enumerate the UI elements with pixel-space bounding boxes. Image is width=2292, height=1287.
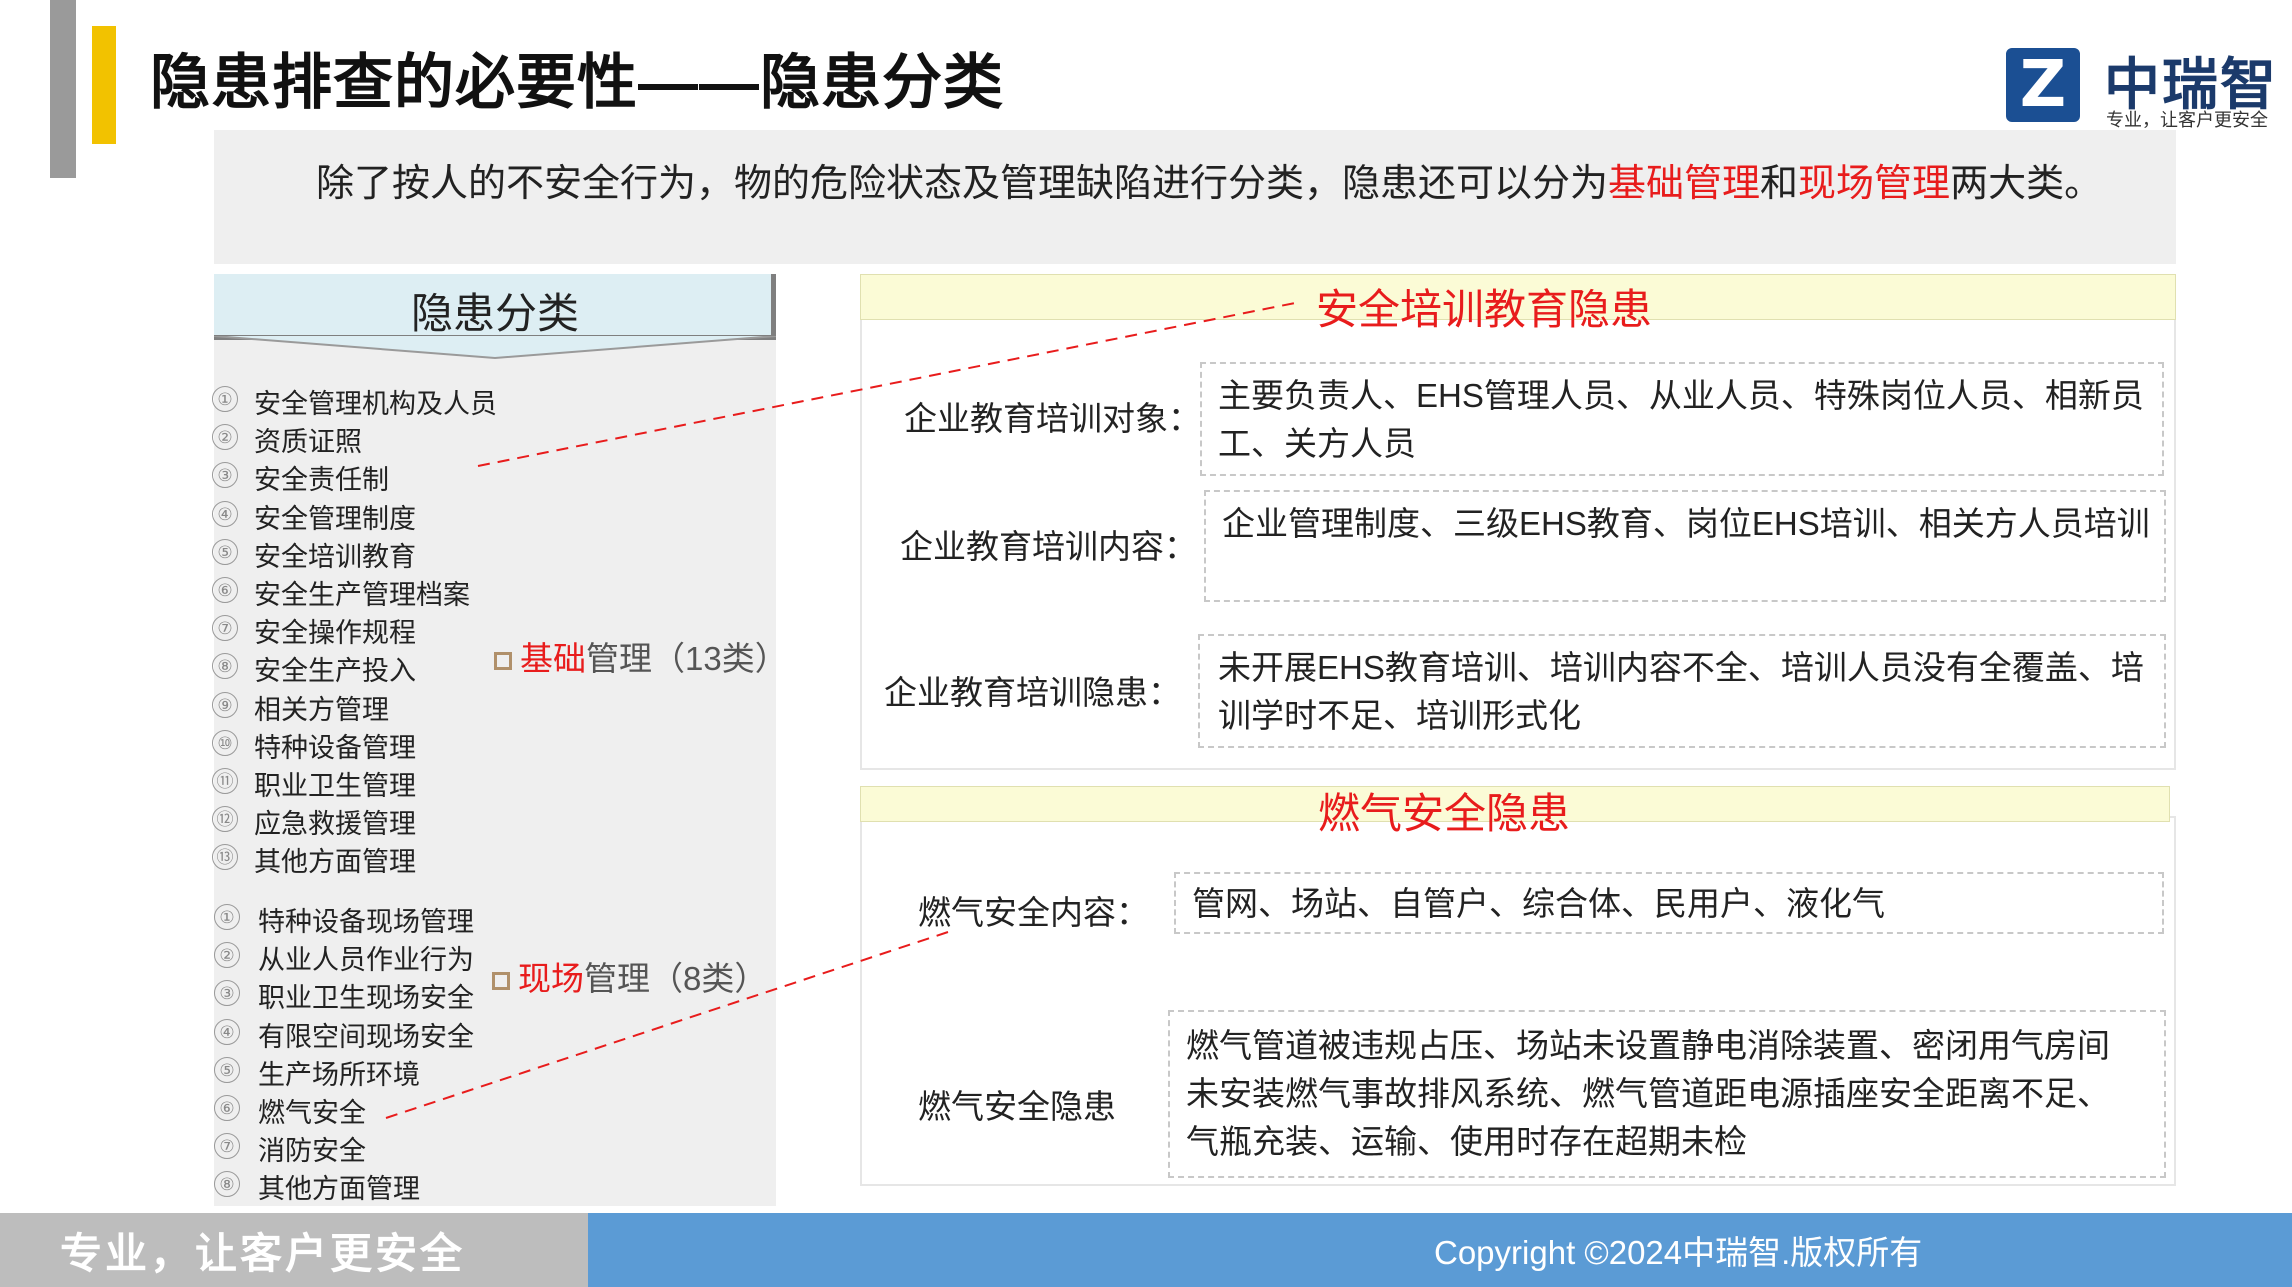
- footer-slogan: 专业，让客户更安全: [60, 1230, 466, 1277]
- footer-copyright: Copyright ©2024中瑞智.版权所有: [1434, 1234, 1923, 1271]
- connector-training-line: [477, 301, 1301, 467]
- connector-lines: [385, 301, 1301, 1119]
- connector-gas-line: [385, 931, 949, 1119]
